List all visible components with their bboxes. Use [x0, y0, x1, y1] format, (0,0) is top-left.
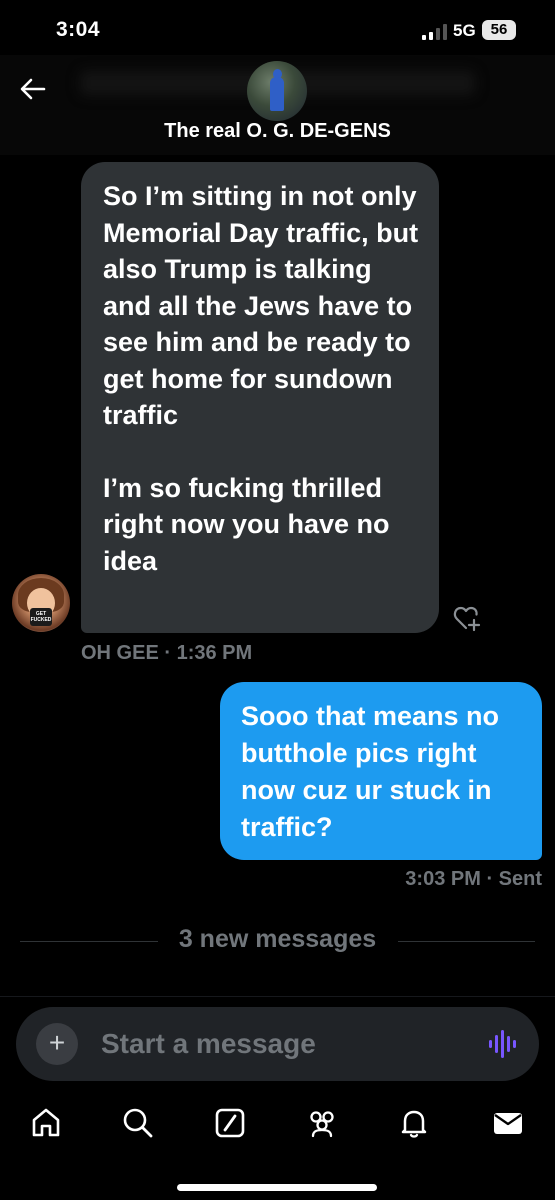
avatar-figure-body — [270, 77, 284, 111]
incoming-message-bubble[interactable]: So I’m sitting in not only Memorial Day … — [81, 162, 439, 633]
battery-indicator: 56 — [482, 20, 516, 40]
new-messages-label[interactable]: 3 new messages — [0, 925, 555, 954]
people-icon[interactable] — [305, 1106, 339, 1140]
network-type: 5G — [453, 21, 476, 40]
add-attachment-button[interactable]: + — [36, 1023, 78, 1065]
add-reaction-icon[interactable] — [452, 603, 482, 633]
voice-message-icon[interactable] — [488, 1030, 518, 1058]
incoming-message-meta: OH GEE · 1:36 PM — [81, 642, 253, 664]
envelope-icon[interactable] — [491, 1106, 525, 1140]
search-icon[interactable] — [121, 1106, 155, 1140]
home-icon[interactable] — [29, 1106, 63, 1140]
sender-avatar[interactable]: GET FUCKED — [12, 574, 70, 632]
message-input[interactable]: Start a message — [101, 1028, 316, 1060]
bell-icon[interactable] — [397, 1106, 431, 1140]
outgoing-message-bubble[interactable]: Sooo that means no butthole pics right n… — [220, 682, 542, 860]
grok-slash-icon[interactable] — [213, 1106, 247, 1140]
divider-line-right — [398, 941, 535, 942]
home-indicator[interactable] — [177, 1184, 377, 1191]
status-time: 3:04 — [56, 18, 101, 41]
avatar-mug-text: GET FUCKED — [30, 611, 52, 623]
outgoing-message-meta: 3:03 PM · Sent — [405, 868, 542, 890]
signal-icon — [422, 24, 447, 40]
message-paragraph: So I’m sitting in not only Memorial Day … — [103, 181, 419, 430]
conversation-title[interactable]: The real O. G. DE-GENS — [0, 120, 555, 143]
group-avatar[interactable] — [247, 61, 307, 121]
message-paragraph: I’m so fucking thrilled right now you ha… — [103, 472, 390, 576]
back-arrow-icon[interactable] — [20, 78, 46, 100]
avatar-mug: GET FUCKED — [30, 608, 52, 626]
composer-separator — [0, 996, 555, 997]
